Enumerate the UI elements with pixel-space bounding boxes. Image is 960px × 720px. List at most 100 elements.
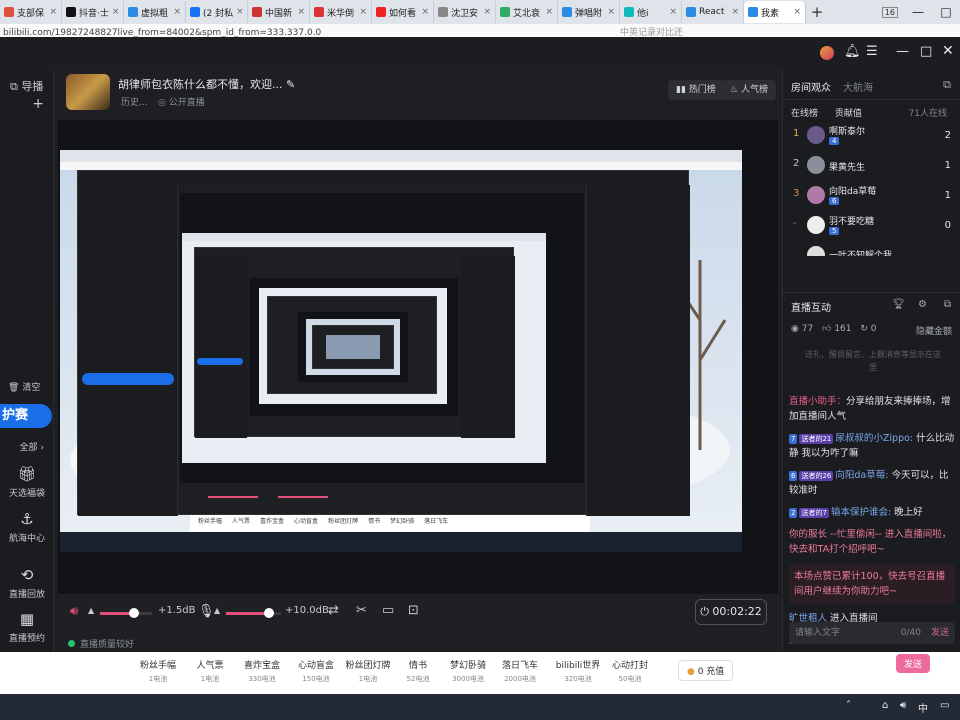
- browser-tab[interactable]: 抖音·士 ×: [62, 1, 124, 23]
- audience-list: 1 啊斯泰尔 4 2 2 果黄先生 1 3 向阳da草莓 6 1 - 羽不要吃糖 5 0 一叶不知解个…: [783, 122, 960, 256]
- guard-button[interactable]: 护赛: [0, 404, 52, 428]
- edit-icon[interactable]: ✎: [286, 78, 295, 91]
- send-button[interactable]: 发送: [931, 622, 949, 644]
- browser-tab[interactable]: 虚拟粗 ×: [124, 1, 186, 23]
- browser-tab[interactable]: React ×: [682, 1, 744, 23]
- gift-item[interactable]: 梦幻卧骑 3000电池: [442, 658, 494, 684]
- gift-item[interactable]: 喜炸宝盒 330电池: [236, 658, 288, 684]
- live-preview-stage[interactable]: 粉丝手幅 人气票 喜炸宝盒 心动盲盒 粉丝团灯牌 情书 梦幻卧骑 落日飞车: [58, 120, 778, 595]
- speaker-icon[interactable]: 🔊︎: [70, 604, 78, 619]
- history-link[interactable]: 历史...: [121, 95, 148, 108]
- close-icon[interactable]: ✕: [942, 43, 954, 59]
- guide-item[interactable]: ⧉ 导播: [0, 78, 54, 94]
- new-tab-button[interactable]: +: [806, 3, 828, 21]
- close-icon[interactable]: ×: [421, 7, 429, 17]
- browser-tab[interactable]: 支部保 ×: [0, 1, 62, 23]
- close-icon[interactable]: ×: [483, 7, 491, 17]
- tab-fleet[interactable]: 大航海: [843, 79, 873, 94]
- minimize-icon[interactable]: —: [904, 5, 932, 19]
- browser-tab[interactable]: 他i ×: [620, 1, 682, 23]
- network-icon[interactable]: ⌂: [882, 700, 888, 711]
- contribution-tab[interactable]: 贡献值: [835, 109, 862, 119]
- gift-item[interactable]: 心动盲盒 150电池: [290, 658, 342, 684]
- speaker-volume-knob[interactable]: [129, 608, 140, 618]
- mic-volume-slider[interactable]: [226, 608, 281, 618]
- notification-icon[interactable]: ▭: [940, 700, 949, 711]
- browser-tab[interactable]: 米华倒 ×: [310, 1, 372, 23]
- gift-item[interactable]: 粉丝团灯牌 1电池: [342, 658, 394, 684]
- all-tools-button[interactable]: 全部 ›: [0, 440, 54, 453]
- gift-item[interactable]: 人气票 1电池: [184, 658, 236, 684]
- mixer-icon[interactable]: ⇄: [328, 603, 339, 618]
- microphone-icon[interactable]: 🎙︎: [198, 604, 215, 619]
- tool-replay[interactable]: ⟲ 直播回放: [0, 566, 54, 600]
- audience-row[interactable]: 3 向阳da草莓 6 1: [783, 182, 960, 212]
- tool-reservation[interactable]: ▦ 直播预约: [0, 610, 54, 644]
- browser-tab[interactable]: 中国新 ×: [248, 1, 310, 23]
- mic-dropdown-icon[interactable]: ▲: [214, 606, 220, 615]
- clear-button[interactable]: 🗑︎ 清空: [0, 380, 54, 393]
- chat-input[interactable]: 请输入文字 0/40 发送: [789, 622, 955, 644]
- close-icon[interactable]: ×: [236, 7, 244, 17]
- close-icon[interactable]: ×: [297, 7, 305, 17]
- page-send-button[interactable]: 发送: [896, 654, 931, 673]
- minimize-icon[interactable]: —: [896, 44, 909, 59]
- maximize-icon[interactable]: □: [920, 44, 932, 59]
- close-icon[interactable]: ×: [669, 7, 677, 17]
- screen-icon[interactable]: ▭: [382, 603, 394, 618]
- public-live-label[interactable]: ◎ 公开直播: [158, 95, 205, 108]
- tool-fleet-center[interactable]: ⚓ 航海中心: [0, 510, 54, 544]
- browser-tab-active[interactable]: 我素 ×: [744, 1, 806, 23]
- gift-item[interactable]: 心动打封 50电池: [604, 658, 656, 684]
- audience-row[interactable]: 一叶不知解个我: [783, 242, 960, 256]
- volume-icon[interactable]: 🔊︎: [900, 700, 906, 711]
- menu-icon[interactable]: ☰: [866, 44, 878, 59]
- online-rank-tab[interactable]: 在线榜: [791, 109, 818, 119]
- browser-tab[interactable]: (2 封私 ×: [186, 1, 248, 23]
- browser-tab[interactable]: 弹唱附 ×: [558, 1, 620, 23]
- share-screen-icon[interactable]: ⊡: [408, 603, 419, 618]
- audience-row[interactable]: - 羽不要吃糖 5 0: [783, 212, 960, 242]
- maximize-icon[interactable]: □: [932, 5, 960, 19]
- close-icon[interactable]: ×: [607, 7, 615, 17]
- trophy-icon[interactable]: 🏆︎: [892, 299, 905, 310]
- user-avatar[interactable]: [820, 46, 834, 60]
- scissors-icon[interactable]: ✂: [356, 603, 367, 618]
- browser-tab[interactable]: 艾北衰 ×: [496, 1, 558, 23]
- mic-db: +10.0dB: [285, 605, 329, 616]
- close-icon[interactable]: ×: [545, 7, 553, 17]
- close-icon[interactable]: ×: [731, 7, 739, 17]
- live-timer[interactable]: ⏻ 00:02:22: [695, 599, 767, 625]
- browser-tab[interactable]: 如何看 ×: [372, 1, 434, 23]
- speaker-volume-slider[interactable]: [100, 608, 152, 618]
- close-icon[interactable]: ×: [793, 7, 801, 17]
- hide-effects-toggle[interactable]: 隐藏金额: [916, 324, 952, 337]
- close-icon[interactable]: ×: [112, 7, 120, 17]
- mic-volume-knob[interactable]: [263, 608, 274, 618]
- close-icon[interactable]: ×: [173, 7, 181, 17]
- charge-button[interactable]: ● 0 充值: [678, 660, 734, 681]
- tool-lottery[interactable]: 🎁︎ 天选福袋: [0, 465, 54, 499]
- add-scene-button[interactable]: +: [0, 96, 54, 112]
- popout-icon[interactable]: ⧉: [944, 299, 951, 310]
- hot-rank-button[interactable]: ▮▮ 热门榜: [668, 80, 724, 100]
- browser-tab[interactable]: 沈卫安 ×: [434, 1, 496, 23]
- popular-rank-button[interactable]: ♨ 人气榜: [722, 80, 776, 100]
- close-icon[interactable]: ×: [359, 7, 367, 17]
- tab-room-audience[interactable]: 房间观众: [791, 79, 831, 94]
- audience-row[interactable]: 2 果黄先生 1: [783, 152, 960, 182]
- ime-indicator[interactable]: 中: [918, 700, 928, 715]
- popout-icon[interactable]: ⧉: [943, 78, 951, 92]
- live-cover-image[interactable]: [66, 74, 110, 110]
- tab-count[interactable]: 16: [881, 6, 898, 18]
- speaker-dropdown-icon[interactable]: ▲: [88, 606, 94, 615]
- gift-item[interactable]: 落日飞车 2000电池: [494, 658, 546, 684]
- gift-item[interactable]: 情书 52电池: [392, 658, 444, 684]
- audience-row[interactable]: 1 啊斯泰尔 4 2: [783, 122, 960, 152]
- settings-icon[interactable]: ⚙: [918, 299, 927, 310]
- gift-item[interactable]: bilibili世界 320电池: [548, 658, 608, 684]
- tray-arrow-icon[interactable]: ˄: [846, 700, 851, 711]
- gift-item[interactable]: 粉丝手幅 1电池: [132, 658, 184, 684]
- close-icon[interactable]: ×: [49, 7, 57, 17]
- bell-icon[interactable]: 🔔︎: [844, 44, 861, 59]
